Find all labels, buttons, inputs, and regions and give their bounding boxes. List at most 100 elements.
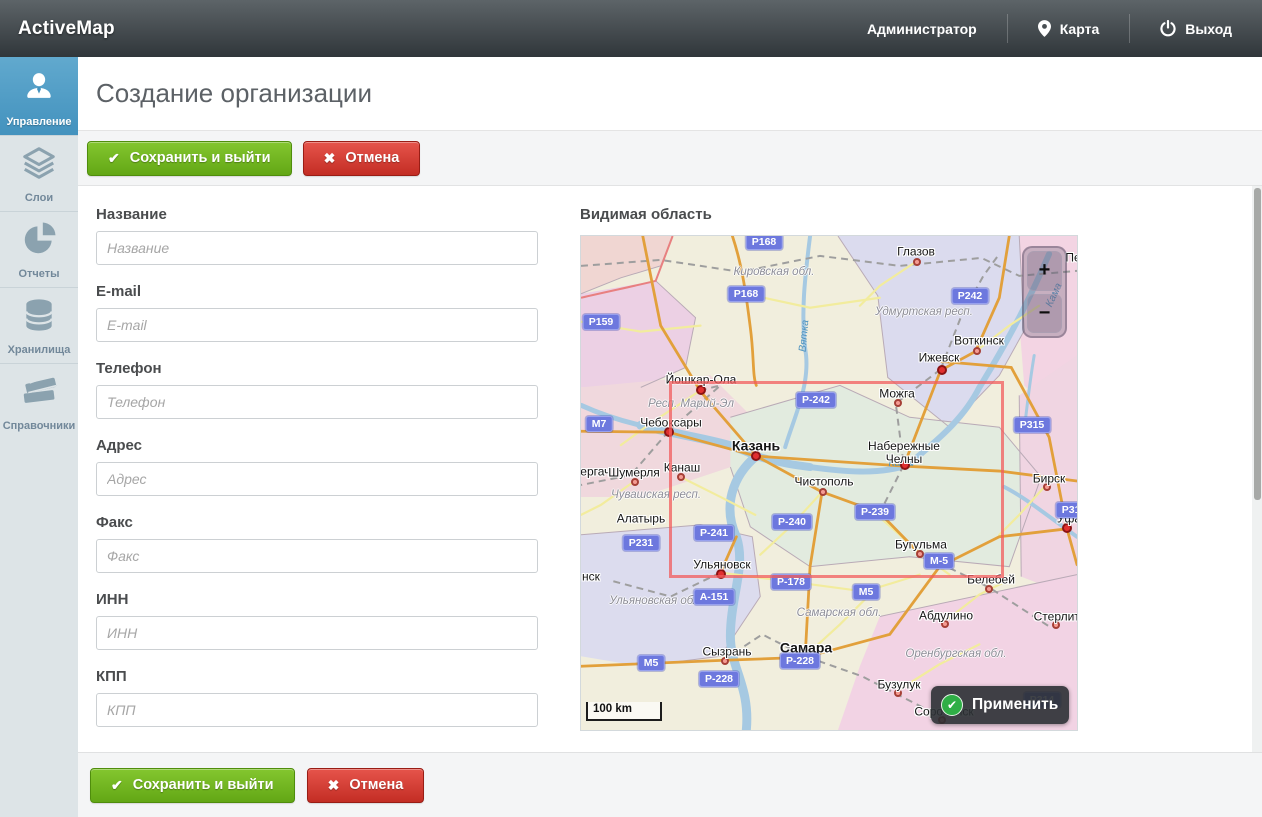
phone-field: Телефон xyxy=(96,360,538,419)
map-road-badge: P242 xyxy=(952,288,989,304)
map-city-label: Ижевск xyxy=(919,352,960,365)
save-button-label: Сохранить и выйти xyxy=(130,150,271,166)
map-river-label: Вятка xyxy=(797,319,812,352)
phone-input[interactable] xyxy=(96,385,538,419)
database-icon xyxy=(20,296,58,339)
save-and-exit-button[interactable]: ✔ Сохранить и выйти xyxy=(87,141,292,176)
map-pin-icon xyxy=(1038,20,1051,37)
main-area: Создание организации ✔ Сохранить и выйти… xyxy=(78,57,1262,817)
layers-icon xyxy=(20,144,58,187)
map-city-label: Сызрань xyxy=(702,646,751,659)
user-name-label: Администратор xyxy=(867,21,977,37)
map-city-label: Абдулино xyxy=(919,610,973,623)
app-logo: ActiveMap xyxy=(0,18,115,40)
books-icon xyxy=(20,372,58,415)
sidebar-item-reports[interactable]: Отчеты xyxy=(0,211,78,287)
map-road-badge: P159 xyxy=(583,314,620,330)
map-city-label: Пе xyxy=(1065,252,1078,265)
scrollbar-track[interactable] xyxy=(1252,186,1262,752)
map-city-dot xyxy=(937,365,947,375)
map-road-badge: М5 xyxy=(638,655,665,671)
apply-button-label: Применить xyxy=(972,696,1058,714)
bottom-action-bar: ✔ Сохранить и выйти ✖ Отмена xyxy=(78,752,1262,817)
fax-input[interactable] xyxy=(96,539,538,573)
map-region-label: Кировская обл. xyxy=(734,266,815,278)
zoom-in-button[interactable]: + xyxy=(1027,251,1062,291)
top-bar: ActiveMap Администратор Карта Выход xyxy=(0,0,1262,57)
save-button-label: Сохранить и выйти xyxy=(133,777,274,793)
map-road-badge: P168 xyxy=(746,235,783,250)
close-icon: ✖ xyxy=(328,777,340,794)
map-city-label: Бузулук xyxy=(878,679,921,692)
power-icon xyxy=(1160,20,1176,37)
organization-form: НазваниеE-mailТелефонАдресФаксИННКПП xyxy=(96,206,538,745)
phone-label: Телефон xyxy=(96,360,538,377)
name-input[interactable] xyxy=(96,231,538,265)
map-link[interactable]: Карта xyxy=(1008,0,1130,57)
map-city-label: нск xyxy=(582,571,600,584)
sidebar-item-label: Отчеты xyxy=(18,268,59,280)
map-road-badge: Р-228 xyxy=(780,653,820,669)
sidebar-item-label: Управление xyxy=(6,116,71,128)
address-field: Адрес xyxy=(96,437,538,496)
cancel-button-label: Отмена xyxy=(349,777,403,793)
map-road-badge: Р231 xyxy=(623,535,660,551)
email-label: E-mail xyxy=(96,283,538,300)
map-region-label: Оренбургская обл. xyxy=(905,648,1006,660)
zoom-out-button[interactable]: − xyxy=(1027,294,1062,334)
save-and-exit-button[interactable]: ✔ Сохранить и выйти xyxy=(90,768,295,803)
content-area: НазваниеE-mailТелефонАдресФаксИННКПП Вид… xyxy=(78,186,1262,752)
apply-button[interactable]: ✔ Применить xyxy=(931,686,1069,724)
scrollbar-thumb[interactable] xyxy=(1254,188,1261,500)
map-road-badge: М5 xyxy=(853,584,880,600)
map-city-label: Глазов xyxy=(897,246,935,259)
map-road-badge: А-151 xyxy=(694,589,735,605)
sidebar: Управление Слои Отчеты Хранилища xyxy=(0,57,78,817)
cancel-button[interactable]: ✖ Отмена xyxy=(307,768,425,803)
map-city-dot xyxy=(913,258,921,266)
user-icon xyxy=(20,68,58,111)
map-road-badge: М7 xyxy=(586,416,613,432)
page-title: Создание организации xyxy=(78,78,372,109)
map-road-badge: Р-228 xyxy=(699,671,739,687)
map-region-label: Ульяновская обл. xyxy=(609,595,702,607)
sidebar-item-layers[interactable]: Слои xyxy=(0,135,78,211)
cancel-button[interactable]: ✖ Отмена xyxy=(303,141,421,176)
address-input[interactable] xyxy=(96,462,538,496)
user-menu[interactable]: Администратор xyxy=(837,0,1007,57)
map-city-label: Воткинск xyxy=(954,335,1004,348)
logout-button[interactable]: Выход xyxy=(1130,0,1262,57)
close-icon: ✖ xyxy=(324,150,336,167)
sidebar-item-directories[interactable]: Справочники xyxy=(0,363,78,439)
sidebar-item-label: Слои xyxy=(25,192,53,204)
address-label: Адрес xyxy=(96,437,538,454)
inn-input[interactable] xyxy=(96,616,538,650)
email-input[interactable] xyxy=(96,308,538,342)
email-field: E-mail xyxy=(96,283,538,342)
map-column: Видимая область xyxy=(580,206,1078,731)
map-city-label: Сергач xyxy=(580,466,610,479)
map-city-label: Бирск xyxy=(1033,473,1066,486)
kpp-field: КПП xyxy=(96,668,538,727)
fax-label: Факс xyxy=(96,514,538,531)
map-city-label: Стерлита xyxy=(1034,611,1078,624)
map-canvas[interactable]: Кировская обл.Удмуртская респ.Респ. Мари… xyxy=(580,235,1078,731)
check-icon: ✔ xyxy=(108,150,120,167)
logout-label: Выход xyxy=(1185,21,1232,37)
kpp-label: КПП xyxy=(96,668,538,685)
visible-area-label: Видимая область xyxy=(580,206,1078,223)
map-region-label: Самарская обл. xyxy=(797,607,882,619)
inn-field: ИНН xyxy=(96,591,538,650)
map-link-label: Карта xyxy=(1060,21,1100,37)
top-menu: Администратор Карта Выход xyxy=(837,0,1262,57)
check-circle-icon: ✔ xyxy=(941,694,963,716)
kpp-input[interactable] xyxy=(96,693,538,727)
sidebar-item-management[interactable]: Управление xyxy=(0,57,78,135)
map-selection-rect[interactable] xyxy=(669,381,1004,578)
sidebar-item-label: Справочники xyxy=(3,420,76,432)
map-road-badge: P168 xyxy=(728,286,765,302)
sidebar-item-storage[interactable]: Хранилища xyxy=(0,287,78,363)
map-city-label: Алатырь xyxy=(617,513,665,526)
fax-field: Факс xyxy=(96,514,538,573)
map-zoom-control: + − xyxy=(1022,246,1067,338)
